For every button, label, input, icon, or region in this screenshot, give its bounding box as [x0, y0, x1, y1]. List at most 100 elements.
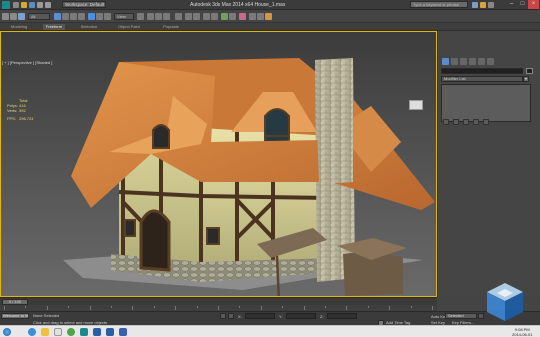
reference-coordinate-dropdown[interactable]: View [114, 13, 134, 20]
main-toolbar: All View [0, 11, 540, 23]
display-tab-icon[interactable] [478, 58, 485, 65]
frame-tick [89, 306, 91, 310]
word-taskbar-icon[interactable] [119, 328, 127, 336]
y-coordinate-field[interactable] [286, 313, 316, 319]
frame-tick [410, 306, 412, 308]
rectangular-selection-icon[interactable] [70, 13, 77, 20]
frame-tick [367, 306, 369, 308]
x-coordinate-field[interactable] [245, 313, 275, 319]
viewport-label-overlay[interactable]: [ + ] [Perspective ] [Shaded ] [2, 60, 52, 65]
ie-browser-icon[interactable] [28, 328, 36, 336]
select-and-scale-icon[interactable] [104, 13, 111, 20]
time-slider[interactable]: 0 / 100 [0, 297, 437, 305]
hierarchy-tab-icon[interactable] [460, 58, 467, 65]
utilities-tab-icon[interactable] [487, 58, 494, 65]
frame-tick [196, 306, 198, 308]
remove-modifier-icon[interactable] [473, 119, 479, 125]
show-end-result-icon[interactable] [453, 119, 459, 125]
layer-manager-icon[interactable] [203, 13, 210, 20]
schematic-view-icon[interactable] [229, 13, 236, 20]
redo-icon[interactable] [10, 13, 17, 20]
system-clock[interactable]: 9:08 PM 2014-06-01 [512, 327, 532, 337]
os-taskbar: 9:08 PM 2014-06-01 [0, 325, 540, 337]
modifier-stack[interactable] [441, 84, 531, 122]
modify-tab-icon[interactable] [451, 58, 458, 65]
frame-tick [282, 306, 284, 308]
lock-selection-icon[interactable] [220, 313, 226, 319]
ribbon: Modeling Freeform Selection Object Paint Pop… [0, 23, 540, 31]
cube-logo-icon [487, 283, 523, 321]
frame-tick [175, 306, 177, 310]
go-to-start-icon[interactable] [478, 313, 484, 319]
frame-tick [346, 306, 348, 310]
create-tab-icon[interactable] [442, 58, 449, 65]
frame-tick [432, 306, 433, 310]
align-icon[interactable] [193, 13, 200, 20]
house-model[interactable] [1, 32, 437, 297]
frame-tick [239, 306, 241, 308]
viewcube-icon[interactable] [409, 100, 423, 110]
angle-snap-icon[interactable] [155, 13, 162, 20]
select-and-move-icon[interactable] [88, 13, 95, 20]
selection-status: None Selected [33, 313, 60, 318]
render-setup-icon[interactable] [249, 13, 256, 20]
media-player-icon[interactable] [54, 328, 62, 336]
object-color-swatch[interactable] [526, 68, 533, 74]
x-label: X: [238, 314, 242, 319]
frame-tick [389, 306, 391, 310]
absolute-mode-icon[interactable] [228, 313, 234, 319]
ribbon-tab-object-paint[interactable]: Object Paint [115, 24, 143, 30]
mirror-icon[interactable] [185, 13, 192, 20]
pivot-center-icon[interactable] [137, 13, 144, 20]
ribbon-tab-selection[interactable]: Selection [78, 24, 100, 30]
ribbon-tab-populate[interactable]: Populate [160, 24, 182, 30]
undo-icon[interactable] [2, 13, 9, 20]
maxscript-listener[interactable]: Welcome to MAX [1, 313, 29, 319]
material-editor-icon[interactable] [239, 13, 246, 20]
y-label: Y: [279, 314, 283, 319]
fps-value-overlay: 296.724 [19, 116, 34, 121]
motion-tab-icon[interactable] [469, 58, 476, 65]
dormer-window [152, 124, 170, 149]
select-by-name-icon[interactable] [62, 13, 69, 20]
selection-filter-dropdown[interactable]: All [28, 13, 50, 20]
rendered-frame-icon[interactable] [257, 13, 264, 20]
file-explorer-icon[interactable] [41, 328, 49, 336]
clock-date: 2014-06-01 [512, 332, 533, 337]
command-panel: Modifier List ▾ [437, 31, 540, 297]
modifier-list-dropdown[interactable]: Modifier List [441, 76, 523, 82]
viewport-statistics-overlay: Total Polys:416 Verts: 392 FPS: 296.724 [7, 98, 33, 121]
curve-editor-icon[interactable] [221, 13, 228, 20]
select-and-rotate-icon[interactable] [96, 13, 103, 20]
window-crossing-icon[interactable] [78, 13, 85, 20]
snaps-toggle-icon[interactable] [147, 13, 154, 20]
frame-tick [218, 306, 219, 310]
ribbon-tab-modeling[interactable]: Modeling [8, 24, 30, 30]
make-unique-icon[interactable] [463, 119, 469, 125]
percent-snap-icon[interactable] [163, 13, 170, 20]
frame-tick [4, 306, 5, 310]
frame-tick [260, 306, 262, 310]
photoshop-taskbar-icon-2[interactable] [106, 328, 114, 336]
selected-dropdown[interactable]: Selected [445, 313, 477, 319]
chrome-icon[interactable] [67, 328, 75, 336]
chevron-down-icon[interactable]: ▾ [523, 76, 529, 82]
perspective-viewport[interactable]: [ + ] [Perspective ] [Shaded ] Total Pol… [0, 31, 437, 297]
graphite-toggle-icon[interactable] [211, 13, 218, 20]
frame-tick [46, 306, 48, 310]
configure-modifier-sets-icon[interactable] [483, 119, 489, 125]
link-icon[interactable] [18, 13, 25, 20]
object-name-field[interactable] [441, 68, 523, 74]
pin-stack-icon[interactable] [443, 119, 449, 125]
chimney-upper [315, 58, 353, 184]
frame-tick [132, 306, 134, 310]
z-coordinate-field[interactable] [327, 313, 357, 319]
photoshop-taskbar-icon[interactable] [93, 328, 101, 336]
fps-label-overlay: FPS: [7, 116, 16, 121]
select-object-icon[interactable] [54, 13, 61, 20]
start-button-icon[interactable] [3, 328, 11, 336]
named-selection-icon[interactable] [175, 13, 182, 20]
ribbon-tab-freeform[interactable]: Freeform [42, 24, 66, 30]
render-production-icon[interactable] [265, 13, 272, 20]
3dsmax-taskbar-icon[interactable] [80, 328, 88, 336]
